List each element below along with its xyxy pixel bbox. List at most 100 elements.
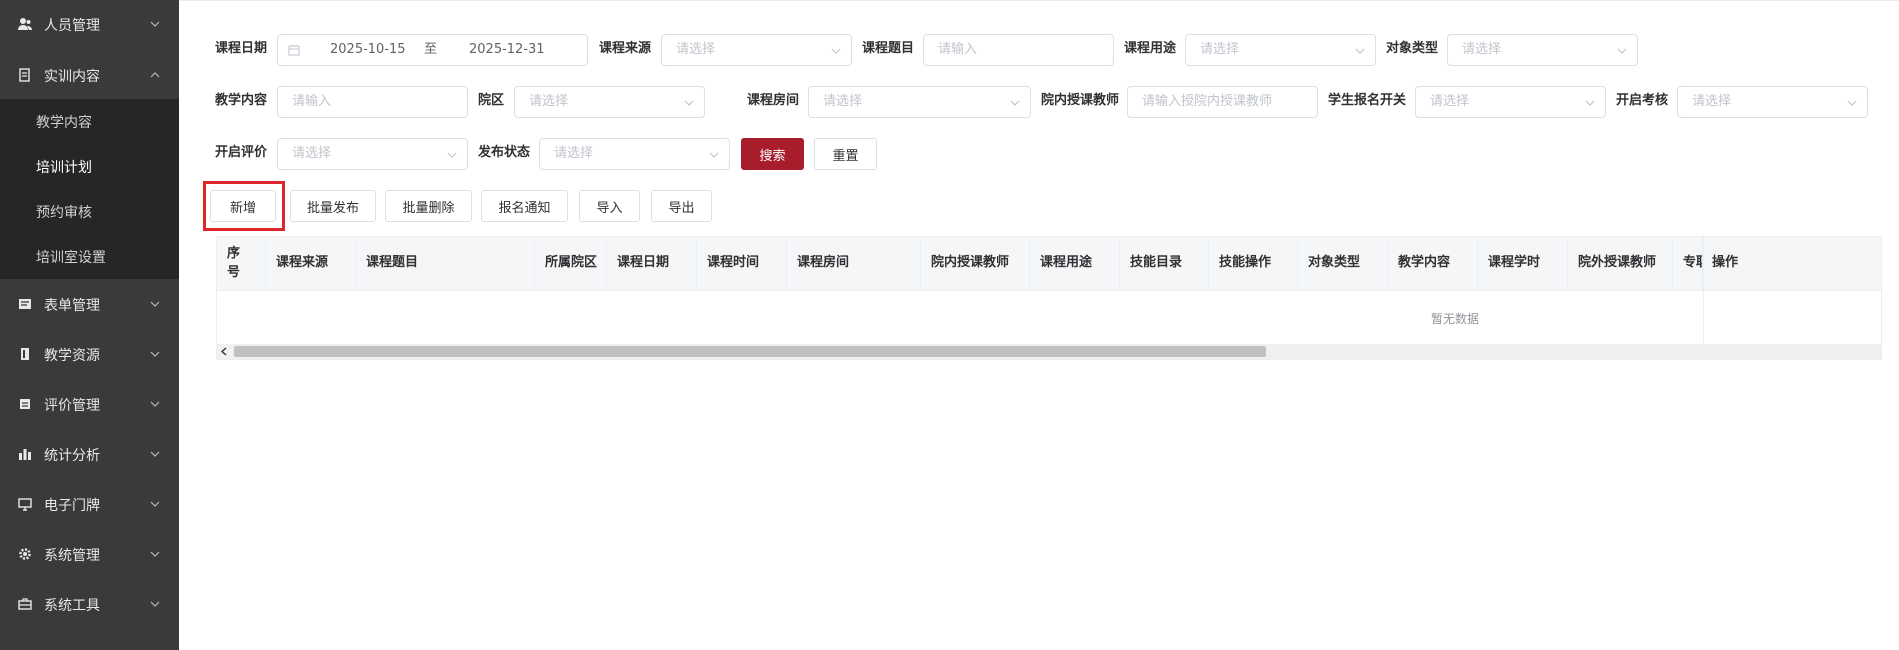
- course-source-select[interactable]: 请选择: [661, 34, 852, 66]
- column-header-label: 专职: [1683, 255, 1702, 270]
- signup-switch-select[interactable]: 请选择: [1415, 86, 1606, 118]
- enable-eval-select[interactable]: 请选择: [277, 138, 468, 170]
- column-header[interactable]: 技能目录: [1120, 237, 1209, 291]
- placeholder: 请输入授院内授课教师: [1142, 94, 1273, 109]
- table-empty: 暂无数据: [217, 292, 1881, 344]
- column-header[interactable]: 课程来源: [266, 237, 356, 291]
- chevron-down-icon: [150, 301, 160, 307]
- horizontal-scrollbar[interactable]: [217, 344, 1703, 359]
- date-start-value: 2025-10-15: [330, 42, 406, 57]
- menu-label: 评价管理: [44, 398, 100, 414]
- menu-item-personnel[interactable]: 人员管理: [0, 0, 179, 50]
- column-header[interactable]: 院外授课教师: [1568, 237, 1673, 291]
- column-header-label: 技能目录: [1130, 255, 1183, 270]
- course-room-select[interactable]: 请选择: [808, 86, 1031, 118]
- column-header[interactable]: 课程用途: [1030, 237, 1120, 291]
- target-type-select[interactable]: 请选择: [1447, 34, 1638, 66]
- chevron-down-icon: [447, 152, 457, 158]
- import-button[interactable]: 导入: [579, 190, 640, 222]
- submenu-item-booking-review[interactable]: 预约审核: [0, 189, 179, 234]
- column-header[interactable]: 课程日期: [607, 237, 697, 291]
- column-header-label: 课程题目: [366, 255, 419, 270]
- menu-item-training-content[interactable]: 实训内容: [0, 51, 179, 101]
- placeholder: 请选择: [292, 146, 332, 161]
- column-header[interactable]: 所属院区: [535, 237, 607, 291]
- menu-label: 人员管理: [44, 18, 100, 34]
- menu-item-statistics[interactable]: 统计分析: [0, 430, 179, 480]
- monitor-icon: [18, 498, 32, 511]
- column-header[interactable]: 专职: [1673, 237, 1703, 291]
- app-root: 人员管理 实训内容 教学内容 培训计划 预约审核 培训室设置 表单管理 教学资源: [0, 0, 1899, 650]
- users-icon: [18, 18, 32, 30]
- menu-item-teaching-resources[interactable]: 教学资源: [0, 330, 179, 380]
- submenu-item-training-plan[interactable]: 培训计划: [0, 144, 179, 189]
- course-topic-input[interactable]: 请输入: [923, 34, 1114, 66]
- submenu-label: 教学内容: [36, 115, 92, 131]
- chevron-down-icon: [1617, 48, 1627, 54]
- scrollbar-thumb[interactable]: [234, 346, 1266, 357]
- column-header[interactable]: 序号: [217, 237, 266, 291]
- chevron-down-icon: [1355, 48, 1365, 54]
- batch-delete-button[interactable]: 批量删除: [385, 190, 472, 222]
- placeholder: 请输入: [292, 94, 332, 109]
- course-room-label: 课程房间: [747, 93, 800, 108]
- chevron-down-icon: [150, 21, 160, 27]
- internal-teacher-input[interactable]: 请输入授院内授课教师: [1127, 86, 1318, 118]
- column-header[interactable]: 对象类型: [1298, 237, 1388, 291]
- column-header[interactable]: 院内授课教师: [921, 237, 1030, 291]
- column-header[interactable]: 课程时间: [697, 237, 787, 291]
- menu-item-system-tools[interactable]: 系统工具: [0, 580, 179, 630]
- placeholder: 请输入: [938, 42, 978, 57]
- campus-select[interactable]: 请选择: [514, 86, 705, 118]
- course-date-range-picker[interactable]: 2025-10-15 至 2025-12-31: [277, 34, 588, 66]
- column-header-label: 课程时间: [707, 255, 760, 270]
- highlight-box: [203, 181, 285, 231]
- publish-status-select[interactable]: 请选择: [539, 138, 730, 170]
- evaluation-icon: [20, 399, 30, 409]
- column-header-label: 课程房间: [797, 255, 850, 270]
- column-header[interactable]: 技能操作: [1209, 237, 1298, 291]
- menu-item-evaluation[interactable]: 评价管理: [0, 380, 179, 430]
- search-button[interactable]: 搜索: [741, 138, 804, 170]
- chevron-down-icon: [150, 501, 160, 507]
- signup-switch-label: 学生报名开关: [1328, 93, 1407, 108]
- menu-item-system-management[interactable]: 系统管理: [0, 530, 179, 580]
- course-purpose-label: 课程用途: [1124, 41, 1177, 56]
- form-icon: [19, 299, 31, 309]
- batch-publish-button[interactable]: 批量发布: [290, 190, 376, 222]
- column-header-label: 课程来源: [276, 255, 329, 270]
- signup-notice-button[interactable]: 报名通知: [481, 190, 568, 222]
- scroll-left-icon[interactable]: [219, 346, 230, 357]
- reset-button[interactable]: 重置: [814, 138, 877, 170]
- teaching-content-label: 教学内容: [215, 93, 268, 108]
- column-header[interactable]: 课程房间: [787, 237, 921, 291]
- export-button[interactable]: 导出: [651, 190, 712, 222]
- chevron-down-icon: [1010, 100, 1020, 106]
- submenu-item-room-settings[interactable]: 培训室设置: [0, 234, 179, 279]
- placeholder: 请选择: [529, 94, 569, 109]
- scrollbar-track-right: [1703, 344, 1882, 360]
- date-end-value: 2025-12-31: [469, 42, 545, 57]
- column-header[interactable]: 课程学时: [1478, 237, 1568, 291]
- placeholder: 请选择: [1462, 42, 1502, 57]
- document-icon: [19, 68, 30, 82]
- column-header-label: 课程用途: [1040, 255, 1093, 270]
- column-header[interactable]: 教学内容: [1388, 237, 1478, 291]
- menu-item-forms[interactable]: 表单管理: [0, 280, 179, 330]
- enable-exam-select[interactable]: 请选择: [1677, 86, 1868, 118]
- submenu-label: 培训计划: [36, 160, 92, 176]
- menu-item-door-sign[interactable]: 电子门牌: [0, 480, 179, 530]
- course-source-label: 课程来源: [599, 41, 652, 56]
- enable-exam-label: 开启考核: [1616, 93, 1669, 108]
- placeholder: 请选择: [1692, 94, 1732, 109]
- placeholder: 请选择: [676, 42, 716, 57]
- column-header[interactable]: 课程题目: [356, 237, 535, 291]
- course-purpose-select[interactable]: 请选择: [1185, 34, 1376, 66]
- internal-teacher-label: 院内授课教师: [1041, 93, 1120, 108]
- course-topic-label: 课程题目: [862, 41, 915, 56]
- chevron-down-icon: [150, 351, 160, 357]
- teaching-content-input[interactable]: 请输入: [277, 86, 468, 118]
- submenu-item-teaching-content[interactable]: 教学内容: [0, 99, 179, 144]
- chevron-down-icon: [150, 601, 160, 607]
- scroll-right-icon[interactable]: [1703, 344, 1882, 360]
